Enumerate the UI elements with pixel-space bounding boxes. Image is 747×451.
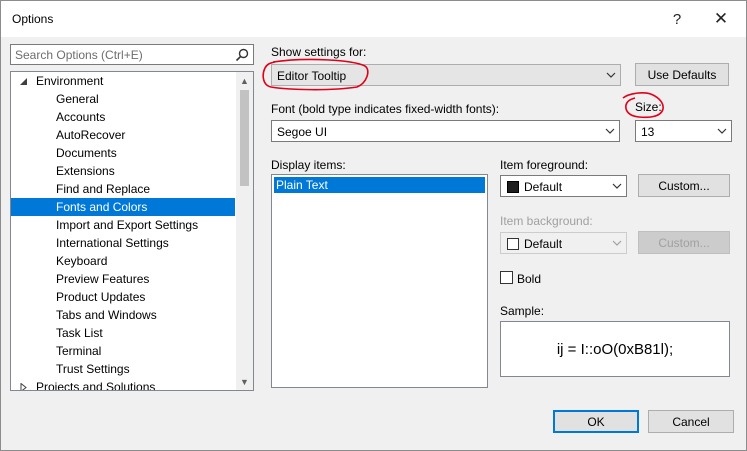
tree-item-projects-and-solutions[interactable]: Projects and Solutions xyxy=(11,378,235,391)
tree-item-label: Task List xyxy=(56,326,103,340)
chevron-down-icon xyxy=(612,240,622,246)
item-background-label: Item background: xyxy=(500,214,593,228)
item-background-dropdown[interactable]: Default xyxy=(500,232,627,254)
tree-item-extensions[interactable]: Extensions xyxy=(11,162,235,180)
tree-item-label: Preview Features xyxy=(56,272,150,286)
sample-preview: ij = I::oO(0xB81l); xyxy=(500,321,730,377)
search-input[interactable] xyxy=(15,47,230,62)
item-foreground-value: Default xyxy=(524,180,563,194)
title-bar: Options ? ✕ xyxy=(1,1,746,37)
tree-item-general[interactable]: General xyxy=(11,90,235,108)
tree-item-product-updates[interactable]: Product Updates xyxy=(11,288,235,306)
tree-item-international[interactable]: International Settings xyxy=(11,234,235,252)
tree-item-label: Product Updates xyxy=(56,290,146,304)
close-button[interactable]: ✕ xyxy=(699,1,743,37)
foreground-color-swatch xyxy=(507,181,519,193)
tree-item-label: Environment xyxy=(36,74,104,88)
search-icon[interactable] xyxy=(234,47,250,63)
chevron-down-icon xyxy=(605,128,615,134)
cancel-button[interactable]: Cancel xyxy=(648,410,734,433)
tree-item-label: AutoRecover xyxy=(56,128,126,142)
font-label: Font (bold type indicates fixed-width fo… xyxy=(271,102,500,116)
tree-item-label: Tabs and Windows xyxy=(56,308,157,322)
tree-item-documents[interactable]: Documents xyxy=(11,144,235,162)
size-dropdown[interactable]: 13 xyxy=(635,120,732,142)
tree-item-label: Import and Export Settings xyxy=(56,218,199,232)
tree-item-terminal[interactable]: Terminal xyxy=(11,342,235,360)
bold-label: Bold xyxy=(517,272,542,286)
help-button[interactable]: ? xyxy=(655,1,699,37)
tree-item-tabs-and-windows[interactable]: Tabs and Windows xyxy=(11,306,235,324)
tree-item-find-and-replace[interactable]: Find and Replace xyxy=(11,180,235,198)
scroll-down-icon[interactable]: ▼ xyxy=(236,373,253,390)
tree-item-label: Fonts and Colors xyxy=(56,200,148,214)
display-items-label: Display items: xyxy=(271,158,346,172)
tree-item-label: Keyboard xyxy=(56,254,108,268)
font-dropdown[interactable]: Segoe UI xyxy=(271,120,620,142)
annotation-circle-size xyxy=(622,92,664,119)
custom-background-button[interactable]: Custom... xyxy=(638,231,730,254)
font-value: Segoe UI xyxy=(277,125,328,139)
chevron-down-icon xyxy=(606,72,616,78)
item-foreground-dropdown[interactable]: Default xyxy=(500,175,627,197)
ok-button[interactable]: OK xyxy=(553,410,639,433)
tree-item-label: Find and Replace xyxy=(56,182,151,196)
tree-item-task-list[interactable]: Task List xyxy=(11,324,235,342)
tree-item-label: Accounts xyxy=(56,110,106,124)
scroll-up-icon[interactable]: ▲ xyxy=(236,72,253,89)
annotation-circle-editor-tooltip xyxy=(262,58,369,91)
help-icon: ? xyxy=(672,10,682,28)
tree-scrollbar[interactable]: ▲ ▼ xyxy=(236,72,253,390)
background-color-swatch xyxy=(507,238,519,250)
tree-item-label: Trust Settings xyxy=(56,362,130,376)
tree-item-accounts[interactable]: Accounts xyxy=(11,108,235,126)
close-icon: ✕ xyxy=(713,9,729,28)
tree-item-label: International Settings xyxy=(56,236,169,250)
tree-item-trust-settings[interactable]: Trust Settings xyxy=(11,360,235,378)
tree-item-label: Documents xyxy=(56,146,117,160)
window-title: Options xyxy=(12,12,54,26)
chevron-down-icon xyxy=(612,183,622,189)
tree-item-label: Projects and Solutions xyxy=(36,380,156,391)
show-settings-label: Show settings for: xyxy=(271,45,367,59)
options-dialog: Options ? ✕ Environment General Accounts… xyxy=(0,0,747,451)
tree-item-preview-features[interactable]: Preview Features xyxy=(11,270,235,288)
chevron-down-icon xyxy=(717,128,727,134)
display-items-list[interactable]: Plain Text xyxy=(271,174,488,388)
item-foreground-label: Item foreground: xyxy=(500,158,589,172)
list-item[interactable]: Plain Text xyxy=(274,177,485,193)
options-tree: Environment General Accounts AutoRecover… xyxy=(10,71,254,391)
tree-item-environment[interactable]: Environment xyxy=(11,72,235,90)
tree-item-label: General xyxy=(56,92,99,106)
size-value: 13 xyxy=(641,125,655,139)
tree-item-keyboard[interactable]: Keyboard xyxy=(11,252,235,270)
sample-text: ij = I::oO(0xB81l); xyxy=(556,340,674,358)
item-background-value: Default xyxy=(524,237,563,251)
collapsed-arrow-icon[interactable] xyxy=(19,383,28,391)
tree-item-autorecover[interactable]: AutoRecover xyxy=(11,126,235,144)
use-defaults-button[interactable]: Use Defaults xyxy=(635,63,729,86)
bold-checkbox[interactable] xyxy=(500,271,513,284)
tree-item-label: Terminal xyxy=(56,344,102,358)
scrollbar-thumb[interactable] xyxy=(240,90,249,186)
expanded-arrow-icon[interactable] xyxy=(19,77,28,86)
search-box xyxy=(10,44,254,65)
tree-item-import-export[interactable]: Import and Export Settings xyxy=(11,216,235,234)
custom-foreground-button[interactable]: Custom... xyxy=(638,174,730,197)
sample-label: Sample: xyxy=(500,304,545,318)
tree-item-fonts-and-colors[interactable]: Fonts and Colors xyxy=(11,198,235,216)
tree-item-label: Extensions xyxy=(56,164,115,178)
